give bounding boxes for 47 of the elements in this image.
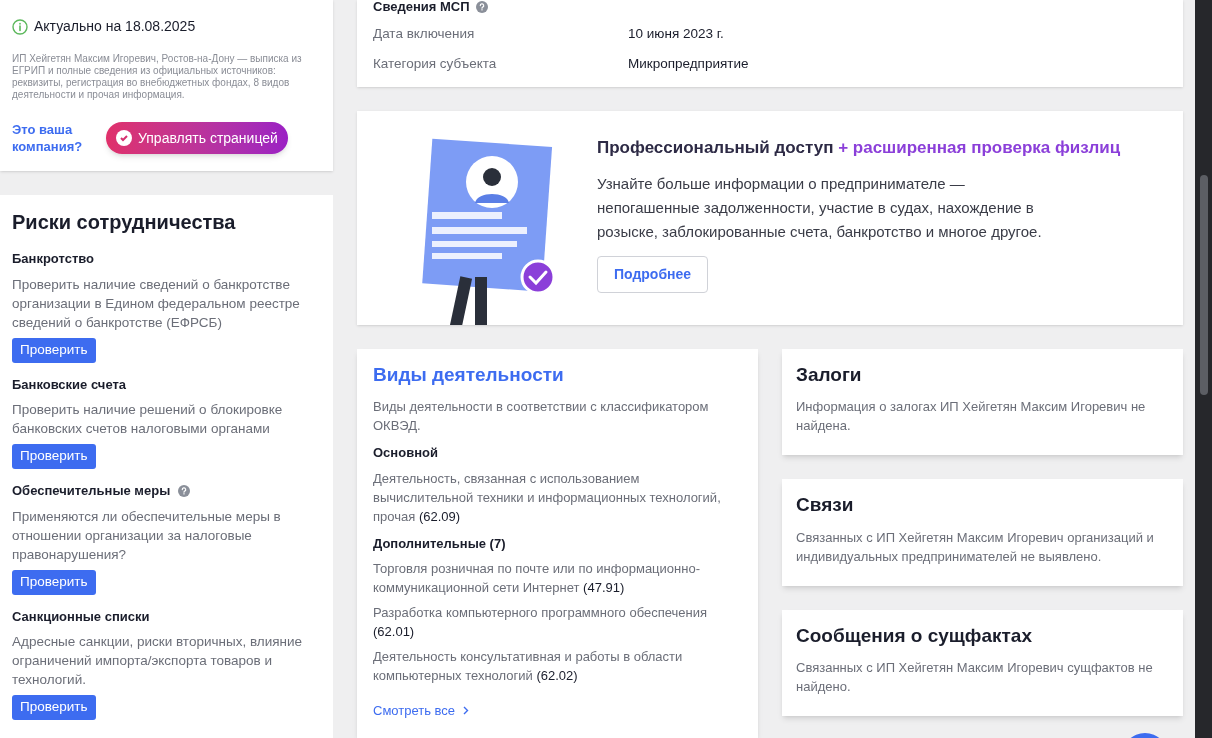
manage-page-button[interactable]: Управлять страницей — [106, 122, 288, 154]
msp-title: Сведения МСП — [373, 0, 470, 14]
risk-description: Применяются ли обеспечительные меры в отношении организации за налоговые правонарушения? — [12, 507, 282, 564]
card-text: Связанных с ИП Хейгетян Максим Игоревич сущфактов не найдено. — [796, 659, 1154, 696]
promo-text: Узнайте больше информации о предпринимателе — непогашенные задолженности, участие в судах, нахождение в розыске, заблокированные счета, банкротство и многое другое. — [597, 174, 1043, 242]
more-button[interactable]: Подробнее — [597, 256, 709, 293]
card-title: Связи — [796, 493, 855, 517]
check-button[interactable]: Проверить — [12, 444, 96, 469]
main-activity-heading: Основной — [373, 444, 439, 462]
card-text: Информация о залогах ИП Хейгетян Максим Игоревич не найдена. — [796, 398, 1147, 435]
company-description: ИП Хейгетян Максим Игоревич, Ростов-на-Дону — выписка из ЕГРИП и полные сведения из официальных источников: реквизиты, регистрация во внебюджетных фондах, 8 видов деятельности и прочая информация. — [12, 53, 302, 101]
card-title: Залоги — [796, 362, 863, 387]
risk-description: Адресные санкции, риски вторичных, влияние ограничений импорта/экспорта товаров и технологий. — [12, 633, 303, 689]
promo-title-accent: + расширенная проверка физлиц — [838, 137, 1121, 157]
activity-item: Разработка компьютерного программного обеспечения (62.01) — [373, 604, 709, 641]
activities-intro: Виды деятельности в соответствии с классификатором ОКВЭД. — [373, 398, 710, 435]
field-label: Категория субъекта — [373, 55, 498, 74]
help-icon[interactable] — [475, 1, 488, 13]
owner-link[interactable]: Это ваша компания? — [12, 121, 94, 155]
card-text: Связанных с ИП Хейгетян Максим Игоревич организаций и индивидуальных предпринимателей не выявлено. — [796, 528, 1155, 566]
risk-title: Санкционные списки — [12, 607, 150, 626]
check-button[interactable]: Проверить — [12, 569, 96, 595]
activity-item: Деятельность, связанная с использованием вычислительной техники и информационных технологий, прочая (62.09) — [373, 469, 722, 526]
chevron-right-icon — [463, 706, 470, 716]
info-icon — [12, 18, 28, 35]
scrollbar[interactable] — [1195, 0, 1212, 738]
promo-title: Профессиональный доступ — [597, 137, 834, 157]
activity-item: Торговля розничная по почте или по информационно-коммуникационной сети Интернет (47.91) — [373, 560, 701, 597]
risk-title: Банкротство — [12, 250, 95, 268]
actuality-date: Актуально на 18.08.2025 — [34, 17, 196, 36]
extra-activities-heading: Дополнительные (7) — [373, 534, 507, 553]
activities-title[interactable]: Виды деятельности — [373, 360, 742, 389]
activity-item: Деятельность консультативная и работы в области компьютерных технологий (62.02) — [373, 648, 684, 685]
card-title: Сообщения о сущфактах — [796, 623, 1033, 648]
risk-title: Банковские счета — [12, 375, 127, 394]
risk-title: Обеспечительные меры — [12, 482, 171, 500]
help-icon[interactable] — [178, 484, 191, 497]
see-all-link[interactable]: Смотреть все — [373, 701, 470, 721]
risk-description: Проверить наличие решений о блокировке банковских счетов налоговыми органами — [12, 401, 284, 438]
check-button[interactable]: Проверить — [12, 695, 96, 720]
check-button[interactable]: Проверить — [12, 337, 96, 363]
scrollbar-thumb[interactable] — [1199, 175, 1208, 395]
field-label: Дата включения — [373, 25, 476, 43]
field-value: 10 июня 2023 г. — [628, 25, 724, 43]
risks-title: Риски сотрудничества — [12, 210, 237, 235]
field-value: Микропредприятие — [628, 55, 749, 74]
risk-description: Проверить наличие сведений о банкротстве организации в Едином федеральном реестре сведений о банкротстве (ЕФРСБ) — [12, 275, 301, 332]
